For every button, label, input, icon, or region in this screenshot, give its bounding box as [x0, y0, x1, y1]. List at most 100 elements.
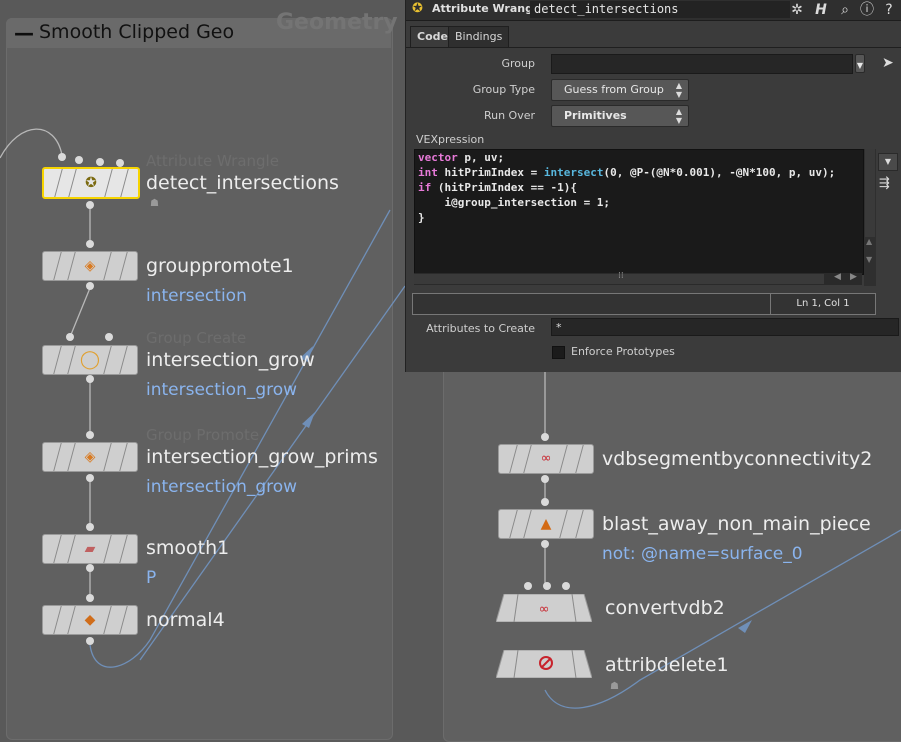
node-comment: intersection — [146, 286, 247, 306]
output-connector[interactable] — [86, 375, 94, 383]
group-field[interactable] — [551, 54, 853, 74]
node-name[interactable]: blast_away_non_main_piece — [602, 513, 871, 535]
node-grouppromote1[interactable]: ◈ — [42, 251, 138, 281]
group-promote-icon: ◈ — [84, 258, 96, 274]
node-name-field[interactable]: detect_intersections — [530, 1, 790, 18]
input-connector[interactable] — [66, 333, 74, 341]
node-comment: not: @name=surface_0 — [602, 544, 803, 564]
node-comment: P — [146, 568, 157, 588]
input-connector[interactable] — [86, 240, 94, 248]
code-menu-button[interactable]: ▼ — [878, 153, 898, 171]
output-connector[interactable] — [86, 201, 94, 209]
parameter-panel: ✪ Attribute Wrangle detect_intersections… — [405, 0, 901, 372]
node-vdbsegmentbyconnectivity2[interactable]: ∞ — [498, 444, 594, 474]
node-name[interactable]: convertvdb2 — [605, 597, 725, 619]
node-comment: intersection_grow — [146, 477, 298, 497]
node-type-label: Attribute Wrangle — [432, 2, 545, 15]
code-line: } — [418, 211, 425, 224]
scroll-right-icon[interactable]: ▶ — [850, 272, 857, 282]
wrangle-icon: ✪ — [412, 1, 423, 16]
vertical-scrollbar[interactable]: ▲ ▼ — [864, 149, 876, 286]
node-name[interactable]: intersection_grow_prims — [146, 446, 378, 468]
group-type-menu[interactable]: Guess from Group ▲ ▼ — [551, 79, 689, 101]
input-connector[interactable] — [96, 158, 104, 166]
attributes-to-create-field[interactable]: * — [551, 318, 899, 336]
node-attribdelete1[interactable] — [496, 650, 592, 678]
group-label: Group — [501, 57, 536, 70]
enforce-prototypes-checkbox[interactable] — [552, 346, 565, 359]
node-blast-away-non-main-piece[interactable]: ▲ — [498, 509, 594, 539]
updown-icon: ▲ ▼ — [675, 81, 682, 99]
group-type-label: Group Type — [472, 83, 535, 96]
horizontal-scrollbar[interactable]: ⁞⁞ ◀ ▶ — [414, 271, 862, 285]
run-over-value: Primitives — [564, 109, 627, 122]
node-name[interactable]: detect_intersections — [146, 172, 339, 194]
run-over-menu[interactable]: Primitives ▲ ▼ — [551, 105, 689, 127]
output-connector[interactable] — [86, 282, 94, 290]
houdini-help-icon[interactable]: H — [812, 1, 830, 19]
vdb-icon: ∞ — [540, 451, 552, 466]
tab-bindings[interactable]: Bindings — [448, 26, 510, 48]
scroll-left-icon[interactable]: ◀ — [834, 272, 841, 282]
enforce-prototypes-label: Enforce Prototypes — [571, 345, 675, 358]
attributes-to-create-label: Attributes to Create — [426, 322, 535, 335]
svg-text:∞: ∞ — [539, 602, 550, 617]
flag-icon: ☗ — [150, 198, 159, 209]
input-connector[interactable] — [58, 153, 66, 161]
select-arrow-icon[interactable]: ➤ — [882, 55, 894, 71]
input-connector[interactable] — [562, 582, 570, 590]
node-comment: intersection_grow — [146, 380, 298, 400]
create-parameters-icon[interactable]: ⇶ — [879, 176, 890, 191]
smooth-icon: ▰ — [84, 541, 96, 557]
info-icon[interactable]: ⓘ — [858, 1, 876, 19]
node-name[interactable]: attribdelete1 — [605, 654, 729, 676]
vex-code-editor[interactable]: vector p, uv; int hitPrimIndex = interse… — [414, 149, 864, 275]
node-detect-intersections[interactable]: ✪ — [42, 167, 140, 199]
output-connector[interactable] — [86, 564, 94, 572]
node-name[interactable]: intersection_grow — [146, 349, 315, 371]
input-connector[interactable] — [86, 431, 94, 439]
cursor-position: Ln 1, Col 1 — [770, 294, 875, 314]
node-convertvdb2[interactable]: ∞ — [496, 594, 592, 622]
code-line: i@group_intersection = 1; — [418, 196, 611, 209]
editor-status-bar: Ln 1, Col 1 — [412, 293, 876, 315]
parameter-panel-header: ✪ Attribute Wrangle detect_intersections… — [406, 0, 901, 21]
node-type-label: Attribute Wrangle — [146, 152, 279, 170]
input-connector[interactable] — [105, 333, 113, 341]
scroll-thumb[interactable] — [865, 149, 875, 237]
input-connector[interactable] — [541, 433, 549, 441]
output-connector[interactable] — [86, 474, 94, 482]
updown-icon: ▲ ▼ — [675, 107, 682, 125]
input-connector[interactable] — [116, 159, 124, 167]
input-connector[interactable] — [541, 498, 549, 506]
scroll-down-icon[interactable]: ▼ — [866, 255, 872, 264]
group-create-icon: ◯ — [79, 349, 101, 370]
node-name[interactable]: vdbsegmentbyconnectivity2 — [602, 448, 872, 470]
input-connector[interactable] — [543, 582, 551, 590]
node-normal4[interactable]: ◆ — [42, 605, 138, 635]
node-name[interactable]: smooth1 — [146, 537, 229, 559]
node-type-label: Group Create — [146, 329, 247, 347]
input-connector[interactable] — [75, 156, 83, 164]
input-connector[interactable] — [86, 523, 94, 531]
node-name[interactable]: normal4 — [146, 609, 225, 631]
group-dropdown-button[interactable]: ▼ — [855, 54, 865, 73]
vexpression-label: VEXpression — [416, 133, 485, 146]
help-icon[interactable]: ? — [880, 1, 898, 19]
node-intersection-grow-prims[interactable]: ◈ — [42, 442, 138, 472]
input-connector[interactable] — [86, 594, 94, 602]
grip-icon: ⁞⁞ — [618, 271, 624, 281]
search-icon[interactable]: ⌕ — [836, 1, 854, 19]
scroll-up-icon[interactable]: ▲ — [866, 237, 872, 246]
group-promote-icon: ◈ — [84, 449, 96, 465]
output-connector[interactable] — [541, 475, 549, 483]
node-intersection-grow[interactable]: ◯ — [42, 345, 138, 375]
node-smooth1[interactable]: ▰ — [42, 534, 138, 564]
flag-icon: ☗ — [610, 681, 619, 692]
code-line: if (hitPrimIndex == -1){ — [418, 181, 577, 194]
gear-icon[interactable]: ✲ — [788, 1, 806, 19]
input-connector[interactable] — [524, 582, 532, 590]
output-connector[interactable] — [86, 637, 94, 645]
node-name[interactable]: grouppromote1 — [146, 255, 294, 277]
output-connector[interactable] — [541, 540, 549, 548]
